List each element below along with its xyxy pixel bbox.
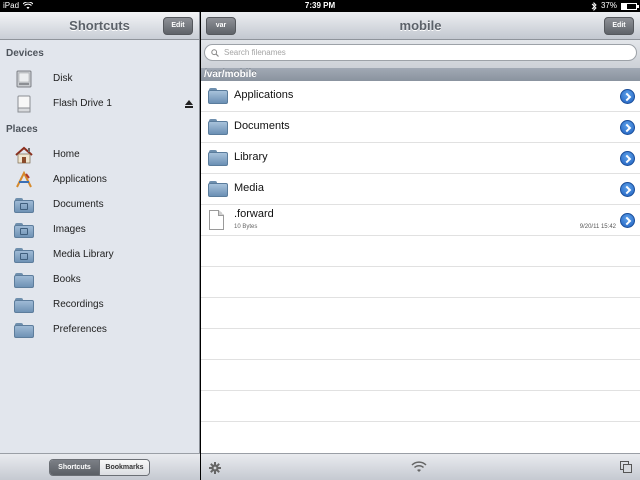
empty-row	[201, 236, 640, 267]
main-panel: var mobile Edit /var/mobile Applications…	[201, 12, 640, 480]
gear-icon[interactable]	[209, 462, 221, 474]
search-icon	[211, 48, 219, 57]
search-bar	[201, 40, 640, 68]
folder-icon	[208, 150, 228, 166]
item-name: .forward	[234, 208, 274, 220]
disclosure-button[interactable]	[620, 120, 635, 135]
sidebar-footer: Shortcuts Bookmarks	[0, 453, 200, 480]
sidebar-item-preferences[interactable]: Preferences	[0, 317, 199, 342]
search-input[interactable]	[224, 48, 604, 57]
folder-icon	[208, 88, 228, 104]
disclosure-button[interactable]	[620, 151, 635, 166]
sidebar-header: Shortcuts Edit	[0, 12, 199, 40]
sidebar-item-label: Disk	[53, 73, 73, 84]
sidebar-item-media-library[interactable]: Media Library	[0, 242, 199, 267]
disclosure-button[interactable]	[620, 182, 635, 197]
sidebar-item-label: Media Library	[53, 249, 114, 260]
images-folder-icon	[14, 221, 34, 239]
sidebar: Shortcuts Edit Devices Disk Flash Drive …	[0, 12, 200, 480]
main-header: var mobile Edit	[201, 12, 640, 40]
sidebar-edit-button[interactable]: Edit	[163, 17, 193, 35]
applications-icon	[14, 170, 34, 189]
sidebar-item-recordings[interactable]: Recordings	[0, 292, 199, 317]
battery-percent: 37%	[600, 1, 617, 10]
status-bar-right: 37%	[591, 0, 639, 12]
sidebar-item-flash-drive[interactable]: Flash Drive 1	[0, 91, 199, 116]
status-time: 7:39 PM	[304, 1, 336, 10]
list-item-library[interactable]: Library	[201, 143, 640, 174]
sidebar-item-applications[interactable]: Applications	[0, 167, 199, 192]
sidebar-item-label: Home	[53, 149, 80, 160]
folder-icon	[14, 296, 34, 314]
list-item-documents[interactable]: Documents	[201, 112, 640, 143]
main-footer	[201, 453, 640, 480]
sidebar-item-images[interactable]: Images	[0, 217, 199, 242]
windows-icon[interactable]	[620, 461, 632, 473]
folder-icon	[14, 271, 34, 289]
section-places: Places	[6, 124, 38, 135]
sidebar-item-label: Recordings	[53, 299, 104, 310]
main-edit-button[interactable]: Edit	[604, 17, 634, 35]
wifi-sharing-icon[interactable]	[411, 461, 427, 473]
battery-fill	[622, 3, 628, 9]
path-header: /var/mobile	[201, 68, 640, 81]
section-devices: Devices	[6, 48, 44, 59]
tab-shortcuts[interactable]: Shortcuts	[50, 460, 99, 475]
media-library-folder-icon	[14, 246, 34, 264]
file-list: Applications Documents Library Media .fo…	[201, 81, 640, 422]
empty-row	[201, 329, 640, 360]
disk-icon	[14, 70, 34, 88]
search-field[interactable]	[204, 44, 637, 61]
tab-bookmarks[interactable]: Bookmarks	[99, 460, 149, 475]
documents-folder-icon	[14, 196, 34, 214]
sidebar-item-label: Documents	[53, 199, 104, 210]
disclosure-button[interactable]	[620, 213, 635, 228]
item-name: Applications	[234, 89, 294, 101]
sidebar-item-label: Books	[53, 274, 81, 285]
empty-row	[201, 267, 640, 298]
sidebar-item-label: Flash Drive 1	[53, 98, 112, 109]
sidebar-item-books[interactable]: Books	[0, 267, 199, 292]
list-item-applications[interactable]: Applications	[201, 81, 640, 112]
item-date: 9/20/11 15:42	[579, 224, 616, 230]
home-icon	[14, 146, 34, 164]
list-item-media[interactable]: Media	[201, 174, 640, 205]
file-icon	[209, 210, 224, 230]
item-name: Media	[234, 182, 264, 194]
shortcuts-bookmarks-toggle: Shortcuts Bookmarks	[49, 459, 150, 476]
sidebar-item-label: Preferences	[53, 324, 107, 335]
list-item-forward[interactable]: .forward 10 Bytes 9/20/11 15:42	[201, 205, 640, 236]
bluetooth-icon	[591, 1, 597, 11]
eject-icon[interactable]	[185, 100, 193, 108]
sidebar-item-home[interactable]: Home	[0, 142, 199, 167]
sidebar-item-label: Applications	[53, 174, 107, 185]
sidebar-item-label: Images	[53, 224, 86, 235]
empty-row	[201, 360, 640, 391]
folder-icon	[208, 119, 228, 135]
sidebar-item-documents[interactable]: Documents	[0, 192, 199, 217]
empty-row	[201, 391, 640, 422]
sidebar-item-disk[interactable]: Disk	[0, 66, 199, 91]
battery-icon	[621, 2, 639, 10]
item-name: Documents	[234, 120, 290, 132]
folder-icon	[14, 321, 34, 339]
disclosure-button[interactable]	[620, 89, 635, 104]
empty-row	[201, 298, 640, 329]
status-bar: iPad 7:39 PM 37%	[0, 0, 640, 12]
page-title: mobile	[399, 18, 442, 33]
flash-drive-icon	[14, 95, 34, 113]
folder-icon	[208, 181, 228, 197]
item-size: 10 Bytes	[234, 224, 258, 230]
item-name: Library	[234, 151, 268, 163]
